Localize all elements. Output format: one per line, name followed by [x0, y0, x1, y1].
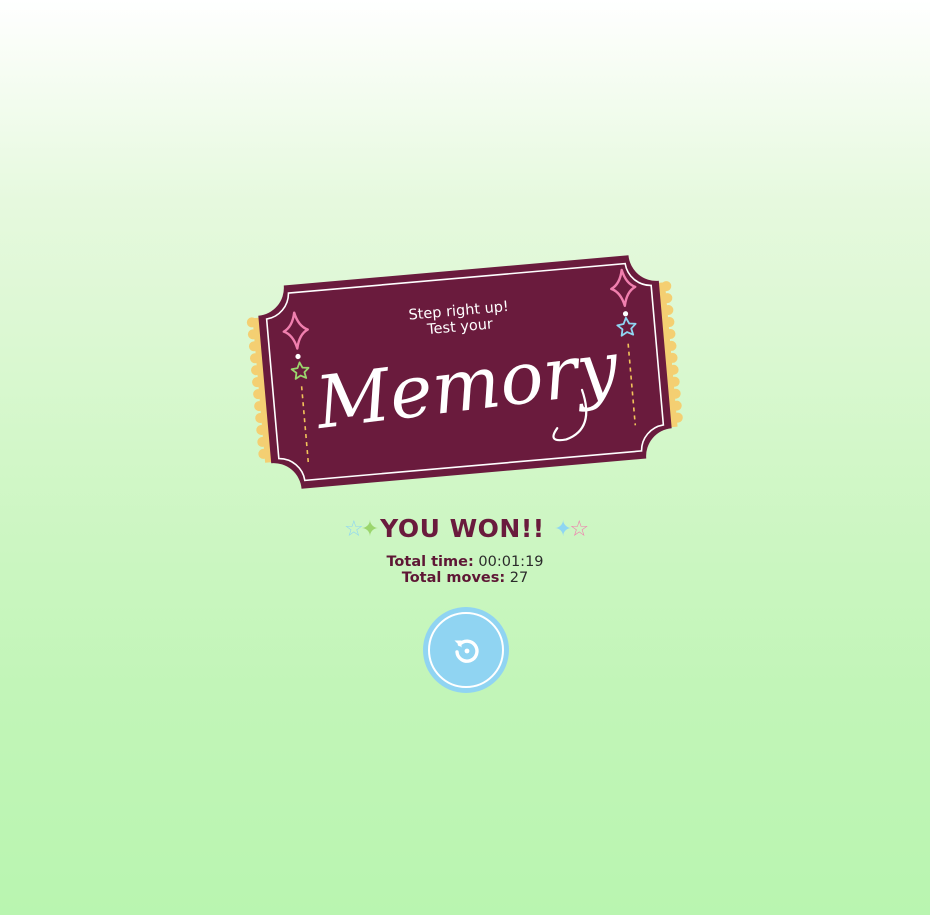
total-time-row: Total time: 00:01:19: [0, 554, 930, 570]
win-headline: ☆✦ YOU WON!! ✦☆: [0, 514, 930, 543]
ticket-graphic: Step right up! Test your Memory: [246, 255, 683, 489]
star-sparkle-icon-right: ✦☆: [553, 517, 589, 542]
restart-icon: [454, 639, 479, 663]
star-sparkle-icon-left: ☆✦: [343, 517, 379, 542]
you-won-text: YOU WON!!: [380, 514, 545, 543]
total-moves-row: Total moves: 27: [0, 570, 930, 586]
restart-button[interactable]: [423, 607, 509, 693]
total-moves-label: Total moves:: [401, 570, 506, 586]
total-time-value: 00:01:19: [478, 554, 544, 570]
memory-ticket-logo: Step right up! Test your Memory: [240, 240, 690, 505]
total-time-label: Total time:: [386, 554, 474, 570]
total-moves-value: 27: [509, 570, 529, 586]
result-stats: Total time: 00:01:19 Total moves: 27: [0, 554, 930, 586]
